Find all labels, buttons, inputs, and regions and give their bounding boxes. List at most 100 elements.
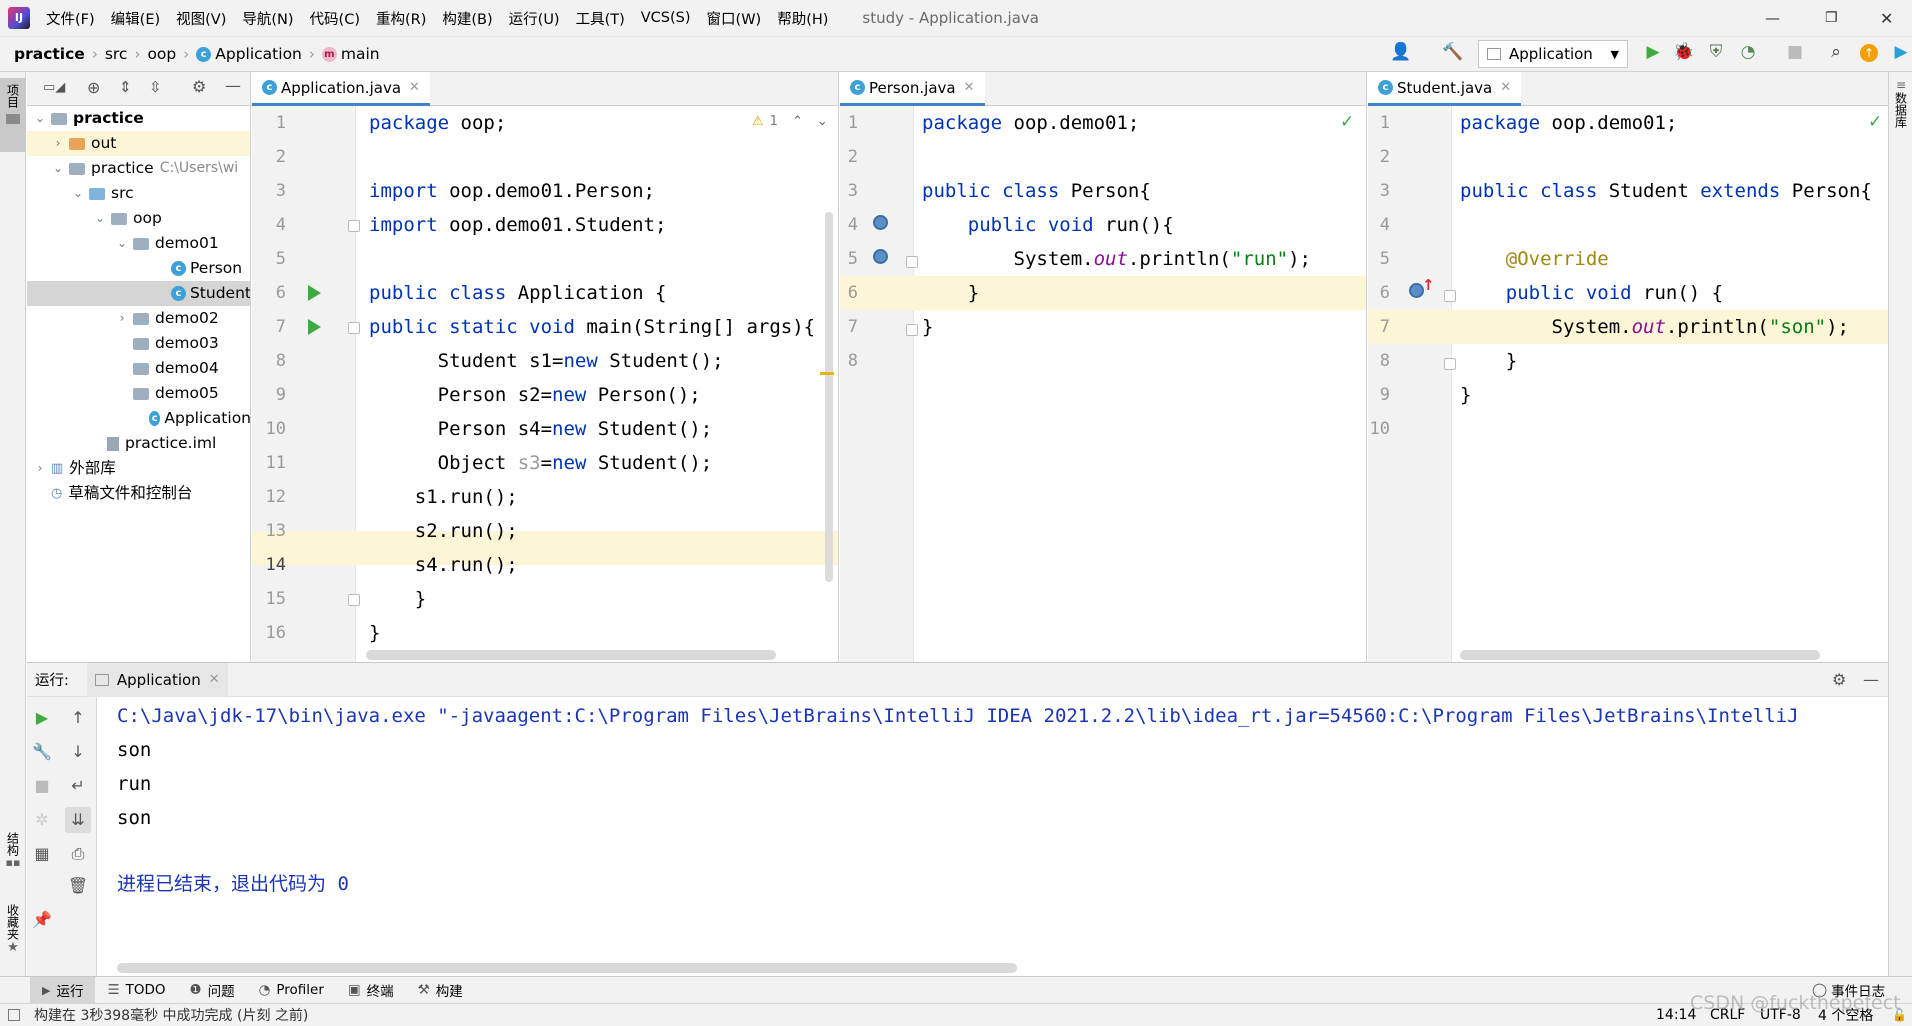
chevron-down-icon[interactable]: ⌄ xyxy=(93,206,107,231)
minimize-button[interactable]: — xyxy=(1765,9,1780,27)
database-tool-button[interactable]: ≡ 数据库 xyxy=(1889,78,1912,158)
close-tab-icon[interactable]: ✕ xyxy=(209,672,220,687)
stop-icon[interactable]: ■ xyxy=(31,775,53,797)
vertical-scrollbar[interactable] xyxy=(825,212,833,582)
chevron-down-icon[interactable]: ⌄ xyxy=(115,231,129,256)
fold-marker-icon[interactable] xyxy=(1444,358,1456,370)
breadcrumb-src[interactable]: src xyxy=(101,45,132,63)
tree-item-practice-iml[interactable]: practice.iml xyxy=(107,431,250,456)
bottom-tab-problems[interactable]: ❶ 问题 xyxy=(177,980,246,1000)
chevron-right-icon[interactable]: › xyxy=(51,131,65,156)
warning-stripe-mark[interactable] xyxy=(820,372,834,375)
debug-disabled-icon[interactable]: ✲ xyxy=(31,809,53,831)
breadcrumb-oop[interactable]: oop xyxy=(143,45,180,63)
breadcrumb-project[interactable]: practice xyxy=(10,45,89,63)
stop-icon[interactable]: ■ xyxy=(1784,41,1806,63)
tree-item-src[interactable]: ⌄ src xyxy=(71,181,250,206)
breadcrumb-application[interactable]: c Application xyxy=(192,45,306,63)
menu-refactor[interactable]: 重构(R) xyxy=(368,8,434,29)
bottom-tab-build[interactable]: ⚒ 构建 xyxy=(406,980,475,1000)
project-tool-button[interactable]: 项目 xyxy=(0,78,26,152)
previous-highlight-icon[interactable]: ⌃ xyxy=(792,114,803,129)
up-arrow-icon[interactable]: ↑ xyxy=(67,707,89,729)
menu-code[interactable]: 代码(C) xyxy=(302,8,368,29)
gear-icon[interactable]: ⚙ xyxy=(1832,670,1846,689)
update-icon[interactable]: ↑ xyxy=(1858,41,1880,63)
build-hammer-icon[interactable]: 🔨 xyxy=(1442,41,1464,63)
user-icon[interactable]: 👤 xyxy=(1390,41,1412,63)
menu-view[interactable]: 视图(V) xyxy=(168,8,234,29)
tree-item-practice-module[interactable]: ⌄ practice C:\Users\wi xyxy=(51,156,250,181)
console-horizontal-scrollbar[interactable] xyxy=(117,963,1017,973)
next-highlight-icon[interactable]: ⌄ xyxy=(817,114,828,129)
menu-edit[interactable]: 编辑(E) xyxy=(103,8,168,29)
structure-tool-button[interactable]: 结构 ▪▪ xyxy=(0,832,26,902)
bottom-tab-run[interactable]: ▶ 运行 xyxy=(30,976,96,1004)
editor-student[interactable]: c Student.java ✕ 1 2 3 4 5 6 7 8 9 10 ↑ … xyxy=(1368,72,1888,662)
pin-icon[interactable]: 📌 xyxy=(31,909,53,931)
run-icon[interactable]: ▶ xyxy=(1642,41,1664,63)
fold-marker-icon[interactable] xyxy=(906,256,918,268)
tree-item-out[interactable]: › out xyxy=(27,131,250,156)
close-tab-icon[interactable]: ✕ xyxy=(964,72,975,105)
tree-item-demo01[interactable]: ⌄ demo01 xyxy=(115,231,250,256)
tree-item-student[interactable]: c Student xyxy=(27,281,250,306)
plugin-icon[interactable]: ▶ xyxy=(1890,41,1912,63)
horizontal-scrollbar[interactable] xyxy=(1460,650,1820,660)
run-config-selector[interactable]: Application ▼ xyxy=(1478,40,1628,68)
locate-icon[interactable]: ⊕ xyxy=(87,78,100,97)
fold-marker-icon[interactable] xyxy=(1444,290,1456,302)
restore-button[interactable]: ❐ xyxy=(1825,10,1838,26)
tree-item-demo03[interactable]: demo03 xyxy=(133,331,250,356)
print-icon[interactable]: ⎙ xyxy=(67,843,89,865)
tab-person-java[interactable]: c Person.java ✕ xyxy=(840,72,985,106)
horizontal-scrollbar[interactable] xyxy=(366,650,776,660)
profile-icon[interactable]: ◔ xyxy=(1737,41,1759,63)
tree-item-application[interactable]: c Application xyxy=(149,406,250,431)
hide-panel-icon[interactable]: — xyxy=(225,76,241,95)
gear-icon[interactable]: ⚙ xyxy=(192,77,206,96)
fold-marker-icon[interactable] xyxy=(348,322,360,334)
menu-build[interactable]: 构建(B) xyxy=(434,8,500,29)
menu-help[interactable]: 帮助(H) xyxy=(769,8,836,29)
tree-item-scratches[interactable]: ◷ 草稿文件和控制台 xyxy=(51,481,250,506)
down-arrow-icon[interactable]: ↓ xyxy=(67,741,89,763)
scroll-to-end-icon[interactable]: ⇊ xyxy=(65,807,91,833)
soft-wrap-icon[interactable]: ↵ xyxy=(67,775,89,797)
tree-item-demo02[interactable]: › demo02 xyxy=(115,306,250,331)
editor-application[interactable]: c Application.java ✕ 1 2 3 4 5 6 7 8 9 1… xyxy=(252,72,839,662)
run-gutter-icon[interactable] xyxy=(308,285,321,301)
fold-marker-icon[interactable] xyxy=(906,324,918,336)
fold-marker-icon[interactable] xyxy=(348,220,360,232)
chevron-down-icon[interactable]: ⌄ xyxy=(71,181,85,206)
menu-tools[interactable]: 工具(T) xyxy=(568,8,633,29)
bottom-tab-todo[interactable]: ☰ TODO xyxy=(95,982,177,998)
overridden-by-icon[interactable] xyxy=(873,249,888,264)
hide-panel-icon[interactable]: — xyxy=(1863,670,1879,689)
fold-marker-icon[interactable] xyxy=(348,594,360,606)
rerun-icon[interactable]: ▶ xyxy=(31,707,53,729)
close-tab-icon[interactable]: ✕ xyxy=(1500,72,1511,105)
tab-application-java[interactable]: c Application.java ✕ xyxy=(252,72,430,106)
bottom-tab-terminal[interactable]: ▣ 终端 xyxy=(336,980,406,1000)
status-toggle-icon[interactable] xyxy=(8,1009,20,1021)
chevron-down-icon[interactable]: ⌄ xyxy=(51,156,65,181)
breadcrumb-main[interactable]: m main xyxy=(318,45,384,63)
chevron-right-icon[interactable]: › xyxy=(33,456,47,481)
expand-all-icon[interactable]: ⇕ xyxy=(119,78,132,96)
collapse-all-icon[interactable]: ⇳ xyxy=(149,78,162,96)
editor-person[interactable]: c Person.java ✕ 1 2 3 4 5 6 7 8 ✓ packag… xyxy=(840,72,1367,662)
tree-item-demo04[interactable]: demo04 xyxy=(133,356,250,381)
chevron-down-icon[interactable]: ⌄ xyxy=(33,106,47,131)
bottom-tab-profiler[interactable]: ◔ Profiler xyxy=(247,982,336,998)
favorites-tool-button[interactable]: 收藏夹 ★ xyxy=(0,904,26,976)
debug-icon[interactable]: 🐞 xyxy=(1673,41,1695,63)
trash-icon[interactable]: 🗑 xyxy=(67,875,89,897)
menu-vcs[interactable]: VCS(S) xyxy=(633,10,699,26)
menu-navigate[interactable]: 导航(N) xyxy=(234,8,301,29)
menu-window[interactable]: 窗口(W) xyxy=(699,8,770,29)
menu-run[interactable]: 运行(U) xyxy=(501,8,568,29)
chevron-right-icon[interactable]: › xyxy=(115,306,129,331)
tree-item-practice-root[interactable]: ⌄ practice xyxy=(33,106,250,131)
close-tab-icon[interactable]: ✕ xyxy=(409,72,420,105)
